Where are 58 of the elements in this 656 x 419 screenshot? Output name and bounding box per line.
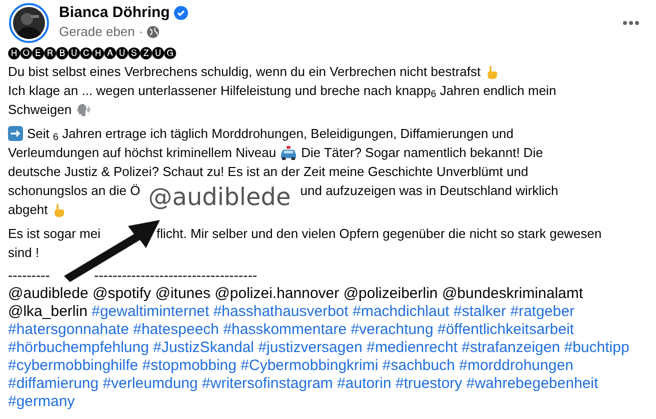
hashtag-link[interactable]: #germany: [8, 393, 75, 410]
hashtag-link[interactable]: #stopmobbing: [142, 357, 236, 374]
post-text: sind !: [8, 244, 40, 262]
globe-icon: [147, 26, 160, 38]
hashtag-link[interactable]: #cybermobbinghilfe: [8, 357, 138, 374]
hashtag-link[interactable]: #Cybermobbingkrimi: [240, 357, 378, 374]
hashtag-link[interactable]: #justizversagen: [258, 339, 362, 356]
post-heading: 🅗🅞🅔🅡🅑🅤🅒🅗🅐🅤🅢🅩🅤🅖: [8, 44, 178, 62]
divider-text: ---------: [8, 267, 50, 284]
post-text: Du bist selbst eines Verbrechens schuldig, wenn du ein Verbrechen nicht bestrafst: [8, 63, 481, 81]
hashtag-link[interactable]: #hasskommentare: [223, 321, 347, 338]
mention-link[interactable]: @audiblede: [8, 285, 88, 302]
hashtag-link[interactable]: #stalker: [454, 303, 506, 320]
post-time[interactable]: Gerade eben: [59, 23, 135, 41]
post-text: deutsche Justiz & Polizei? Schaut zu! Es ist an der Zeit meine Geschichte Unverblümt und: [8, 163, 528, 181]
post-text: Verleumdungen auf höchst kriminellem Niveau: [8, 144, 276, 162]
hashtag-link[interactable]: #hatespeech: [133, 321, 220, 338]
post-text: Es ist sogar mei: [8, 225, 100, 243]
hashtag-link[interactable]: #verachtung: [350, 321, 434, 338]
post-text: Seit $_{6}$ Jahren ertrage ich täglich Morddrohungen, Beleidigungen, Diffamierungen und: [27, 125, 514, 143]
hashtag-link[interactable]: #hasshathausverbot: [213, 303, 348, 320]
mention-link[interactable]: @lka_berlin: [8, 303, 88, 320]
mention-link[interactable]: @bundeskriminalamt: [442, 285, 584, 302]
hashtag-link[interactable]: #sachbuch: [382, 357, 455, 374]
post-text: Die Täter? Sogar namentlich bekannt! Die: [301, 144, 543, 162]
hashtag-link[interactable]: #öffentlichkeitsarbeit: [438, 321, 574, 338]
hashtag-link[interactable]: #wahrebegebenheit: [466, 375, 598, 392]
hashtag-link[interactable]: #truestory: [395, 375, 462, 392]
police-car-icon: [280, 146, 298, 160]
hashtag-link[interactable]: #gewaltiminternet: [92, 303, 210, 320]
post-text: schonungslos an die Ö: [8, 182, 140, 200]
post-text: abgeht: [8, 201, 48, 219]
post-text: flicht. Mir selber und den vielen Opfern gegenüber die nicht so stark gewesen: [156, 225, 602, 243]
hashtag-link[interactable]: #hörbuchempfehlung: [8, 339, 149, 356]
hashtag-link[interactable]: #strafanzeigen: [462, 339, 560, 356]
hashtag-link[interactable]: #medienrecht: [366, 339, 458, 356]
hashtag-link[interactable]: #ratgeber: [510, 303, 574, 320]
post-text: Ich klage an ... wegen unterlassener Hilfeleistung und breche nach knapp$_{6}$ Jahren endlich mein: [8, 82, 556, 100]
mention-link[interactable]: @polizeiberlin: [343, 285, 438, 302]
hashtag-link[interactable]: #autorin: [337, 375, 392, 392]
avatar[interactable]: [9, 3, 49, 43]
hashtag-link[interactable]: #hatersgonnahate: [8, 321, 129, 338]
hashtag-link[interactable]: #machdichlaut: [352, 303, 450, 320]
divider-text: -----------------------------------: [94, 267, 258, 284]
hashtag-link[interactable]: #writersofinstagram: [202, 375, 333, 392]
speaking-head-icon: [76, 102, 91, 116]
hashtag-link[interactable]: #buchtipp: [564, 339, 630, 356]
post-text: Schweigen: [8, 101, 72, 119]
mention-link[interactable]: @polizei.hannover: [214, 285, 340, 302]
separator: ·: [138, 23, 144, 41]
mention-link[interactable]: @spotify: [92, 285, 152, 302]
hashtag-link[interactable]: #diffamierung: [8, 375, 99, 392]
post-text: und aufzuzeigen was in Deutschland wirklich: [300, 182, 558, 200]
hashtag-link[interactable]: #verleumdung: [102, 375, 198, 392]
hashtag-link[interactable]: #JustizSkandal: [153, 339, 254, 356]
author-name[interactable]: Bianca Döhring: [59, 3, 170, 23]
mention-link[interactable]: @itunes: [155, 285, 210, 302]
hashtag-link[interactable]: #morddrohungen: [459, 357, 574, 374]
